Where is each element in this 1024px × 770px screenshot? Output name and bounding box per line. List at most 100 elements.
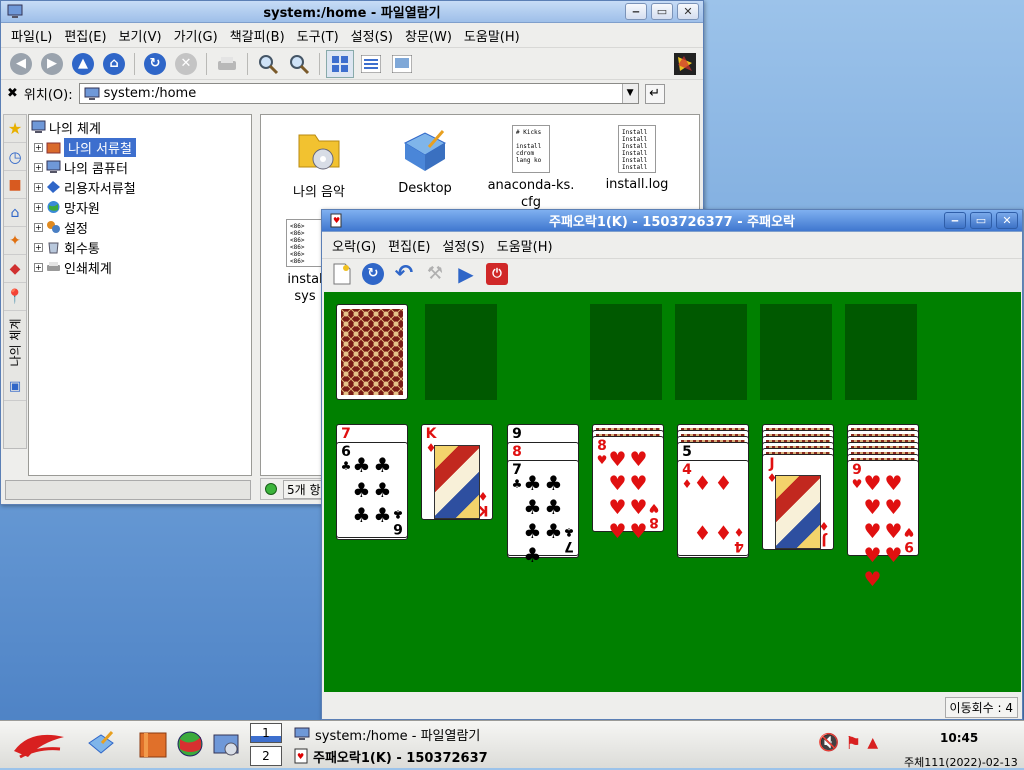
sidebar-tab-network[interactable]: ⌂ xyxy=(4,199,26,227)
tree-item-users[interactable]: + 리용자서류철 xyxy=(29,177,251,197)
sidebar-tab-computer[interactable]: ▣ xyxy=(4,373,26,401)
preview-view-button[interactable] xyxy=(388,50,416,78)
detail-view-button[interactable] xyxy=(357,50,385,78)
location-input[interactable]: system:/home ▼ xyxy=(78,83,639,104)
hint-button[interactable]: ⚒ xyxy=(421,260,449,288)
home-button[interactable]: ⌂ xyxy=(100,50,128,78)
waste-pile[interactable] xyxy=(425,304,497,400)
sidebar-tab-pin[interactable]: 📍 xyxy=(4,283,26,311)
zoom-out-button[interactable] xyxy=(285,50,313,78)
sidebar-tab-home[interactable]: ■ xyxy=(4,171,26,199)
menu-tools[interactable]: 도구(T) xyxy=(291,26,345,45)
menu-go[interactable]: 가기(G) xyxy=(168,26,224,45)
reload-button[interactable]: ↻ xyxy=(141,50,169,78)
flag-icon[interactable]: ⚑ xyxy=(845,733,861,754)
minimize-button[interactable]: ‒ xyxy=(944,212,966,229)
playing-card[interactable]: 9 ♥ 9 ♥ ♥ ♥ ♥ ♥ ♥ ♥ ♥ ♥ ♥ xyxy=(847,460,919,591)
tray-app-icon[interactable]: ▲ xyxy=(867,735,878,751)
expand-icon[interactable]: + xyxy=(34,222,43,232)
foundation-slot-4[interactable] xyxy=(845,304,917,400)
network-icon: ⌂ xyxy=(10,204,20,221)
quit-button[interactable]: ⏻ xyxy=(483,260,511,288)
sidebar-tab-services[interactable]: ✦ xyxy=(4,227,26,255)
solitaire-titlebar[interactable]: ♥ 주패오락1(K) - 1503726377 - 주패오락 ‒ ▭ ✕ xyxy=(322,210,1022,232)
tree-item-computer[interactable]: + 나의 콤퓨터 xyxy=(29,157,251,177)
play-button[interactable]: ▶ xyxy=(452,260,480,288)
menu-file[interactable]: 파일(L) xyxy=(5,26,58,45)
playing-card[interactable]: 7 ♣ 7 ♣ ♣ ♣ ♣ ♣ ♣ ♣ ♣ xyxy=(507,460,579,567)
print-button[interactable] xyxy=(213,50,241,78)
tree-item-printers[interactable]: + 인쇄체계 xyxy=(29,257,251,277)
close-button[interactable]: ✕ xyxy=(677,3,699,20)
playing-card[interactable]: 4 ♦ 4 ♦ ♦ ♦ ♦ ♦ xyxy=(677,460,749,556)
expand-icon[interactable]: + xyxy=(34,182,43,192)
menu-settings[interactable]: 설정(S) xyxy=(345,26,399,45)
menu-view[interactable]: 보기(V) xyxy=(113,26,168,45)
expand-icon[interactable]: + xyxy=(34,262,43,272)
menu-settings[interactable]: 설정(S) xyxy=(436,236,490,255)
expand-icon[interactable]: + xyxy=(34,242,43,252)
clock[interactable]: 10:45 xyxy=(940,731,978,745)
minimize-button[interactable]: ‒ xyxy=(625,3,647,20)
new-game-button[interactable] xyxy=(328,260,356,288)
tree-item-documents[interactable]: + 나의 서류철 xyxy=(29,137,251,157)
restart-button[interactable]: ↻ xyxy=(359,260,387,288)
quicklaunch-browser[interactable] xyxy=(175,729,205,759)
menu-window[interactable]: 창문(W) xyxy=(399,26,458,45)
tree-item-trash[interactable]: + 회수통 xyxy=(29,237,251,257)
start-menu-button[interactable] xyxy=(10,727,68,763)
menu-help[interactable]: 도움말(H) xyxy=(458,26,526,45)
desktop-1-button[interactable]: 1 xyxy=(250,723,282,743)
menu-game[interactable]: 오락(G) xyxy=(326,236,382,255)
foundation-slot-2[interactable] xyxy=(675,304,747,400)
location-dropdown-icon[interactable]: ▼ xyxy=(621,84,638,103)
zoom-in-button[interactable] xyxy=(254,50,282,78)
playing-card[interactable]: 6 ♣ 6 ♣ ♣ ♣ ♣ ♣ ♣ ♣ xyxy=(336,442,408,538)
foundation-slot-3[interactable] xyxy=(760,304,832,400)
sidebar-tab-system[interactable]: 나의 체계 xyxy=(4,311,26,373)
go-button[interactable]: ↵ xyxy=(644,83,665,104)
expand-icon[interactable]: + xyxy=(34,162,43,172)
sidebar-tab-media[interactable]: ◆ xyxy=(4,255,26,283)
up-button[interactable]: ▲ xyxy=(69,50,97,78)
svg-text:♥: ♥ xyxy=(297,752,304,761)
stock-pile[interactable] xyxy=(336,304,408,400)
sidebar-tab-history[interactable]: ◷ xyxy=(4,143,26,171)
close-button[interactable]: ✕ xyxy=(996,212,1018,229)
playing-card[interactable]: K ♦ K ♦ xyxy=(421,424,493,520)
playing-card[interactable]: J ♦ J ♦ xyxy=(762,454,834,550)
tree-root[interactable]: 나의 체계 xyxy=(29,117,251,137)
stop-button[interactable]: ✕ xyxy=(172,50,200,78)
menu-bookmarks[interactable]: 책갈피(B) xyxy=(224,26,291,45)
task-file-manager[interactable]: system:/home - 파일열람기 xyxy=(294,724,544,744)
expand-icon[interactable]: + xyxy=(34,142,43,152)
tree-item-network[interactable]: + 망자원 xyxy=(29,197,251,217)
menu-help[interactable]: 도움말(H) xyxy=(491,236,559,255)
volume-muted-icon[interactable]: 🔇 xyxy=(818,733,839,753)
sidebar-tab-bookmarks[interactable]: ★ xyxy=(4,115,26,143)
quicklaunch-office[interactable] xyxy=(138,729,168,759)
menu-edit[interactable]: 편집(E) xyxy=(58,26,112,45)
desktop-2-button[interactable]: 2 xyxy=(250,746,282,766)
expand-icon[interactable]: + xyxy=(34,202,43,212)
foundation-slot-1[interactable] xyxy=(590,304,662,400)
file-item-anaconda-cfg[interactable]: # Kicks install cdrom lang ko anaconda-k… xyxy=(481,125,581,211)
file-item-install-log[interactable]: Install Install Install Install Install … xyxy=(587,125,687,192)
quicklaunch-system[interactable] xyxy=(211,729,241,759)
task-solitaire[interactable]: ♥ 주패오락1(K) - 150372637 xyxy=(294,746,494,766)
maximize-button[interactable]: ▭ xyxy=(970,212,992,229)
file-manager-titlebar[interactable]: system:/home - 파일열람기 ‒ ▭ ✕ xyxy=(1,1,703,23)
icon-view-button[interactable] xyxy=(326,49,354,78)
playing-card[interactable]: 8 ♥ 8 ♥ ♥ ♥ ♥ ♥ ♥ ♥ ♥ ♥ xyxy=(592,436,664,543)
back-button[interactable]: ◀ xyxy=(7,50,35,78)
undo-button[interactable]: ↶ xyxy=(390,260,418,288)
file-item-music[interactable]: 나의 음악 xyxy=(269,125,369,200)
maximize-button[interactable]: ▭ xyxy=(651,3,673,20)
menu-edit[interactable]: 편집(E) xyxy=(382,236,436,255)
file-item-desktop[interactable]: Desktop xyxy=(375,125,475,196)
forward-button[interactable]: ▶ xyxy=(38,50,66,78)
clear-location-icon[interactable]: ✖ xyxy=(7,86,18,101)
tree-item-settings[interactable]: + 설정 xyxy=(29,217,251,237)
desktop-pager: 1 2 xyxy=(250,723,282,767)
quicklaunch-editor[interactable] xyxy=(86,729,116,759)
